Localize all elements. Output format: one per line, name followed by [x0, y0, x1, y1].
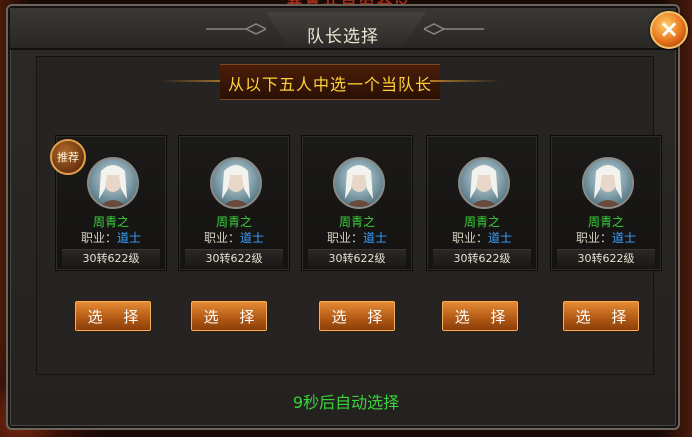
- select-button[interactable]: 选 择: [563, 301, 639, 331]
- candidate-name: 周青之: [587, 215, 624, 229]
- avatar: [582, 157, 634, 209]
- candidate-card[interactable]: 周青之 职业：道士 30转622级: [550, 135, 662, 271]
- candidate-level: 30转622级: [433, 249, 531, 268]
- close-icon: ×: [658, 15, 680, 43]
- title-right-ornament: [424, 23, 484, 35]
- dialog-title: 队长选择: [307, 27, 379, 47]
- recommend-badge: 推荐: [50, 139, 86, 175]
- avatar: [333, 157, 385, 209]
- candidate-name: 周青之: [215, 215, 252, 229]
- avatar: [87, 157, 139, 209]
- select-button[interactable]: 选 择: [75, 301, 151, 331]
- candidate-job: 职业：道士: [451, 231, 513, 245]
- instruction-banner: 从以下五人中选一个当队长: [160, 64, 500, 100]
- candidate-level: 30转622级: [62, 249, 160, 268]
- candidate-card[interactable]: 周青之 职业：道士 30转622级: [426, 135, 538, 271]
- candidate-job: 职业：道士: [326, 231, 388, 245]
- candidate-level: 30转622级: [185, 249, 283, 268]
- candidate-job: 职业：道士: [80, 231, 142, 245]
- candidate-name: 周青之: [92, 215, 129, 229]
- auto-select-countdown: 9秒后自动选择: [292, 393, 400, 412]
- candidate-name: 周青之: [463, 215, 500, 229]
- candidate-name: 周青之: [338, 215, 375, 229]
- candidate-job: 职业：道士: [575, 231, 637, 245]
- instruction-text: 从以下五人中选一个当队长: [227, 75, 432, 94]
- candidate-card[interactable]: 周青之 职业：道士 30转622级: [178, 135, 290, 271]
- candidate-level: 30转622级: [557, 249, 655, 268]
- title-bar: 队长选择: [10, 8, 676, 50]
- candidate-job: 职业：道士: [203, 231, 265, 245]
- select-button[interactable]: 选 择: [319, 301, 395, 331]
- candidate-level: 30转622级: [308, 249, 406, 268]
- close-button[interactable]: ×: [650, 11, 688, 49]
- avatar: [458, 157, 510, 209]
- candidate-card[interactable]: 周青之 职业：道士 30转622级: [301, 135, 413, 271]
- select-button[interactable]: 选 择: [442, 301, 518, 331]
- avatar: [210, 157, 262, 209]
- select-button[interactable]: 选 择: [191, 301, 267, 331]
